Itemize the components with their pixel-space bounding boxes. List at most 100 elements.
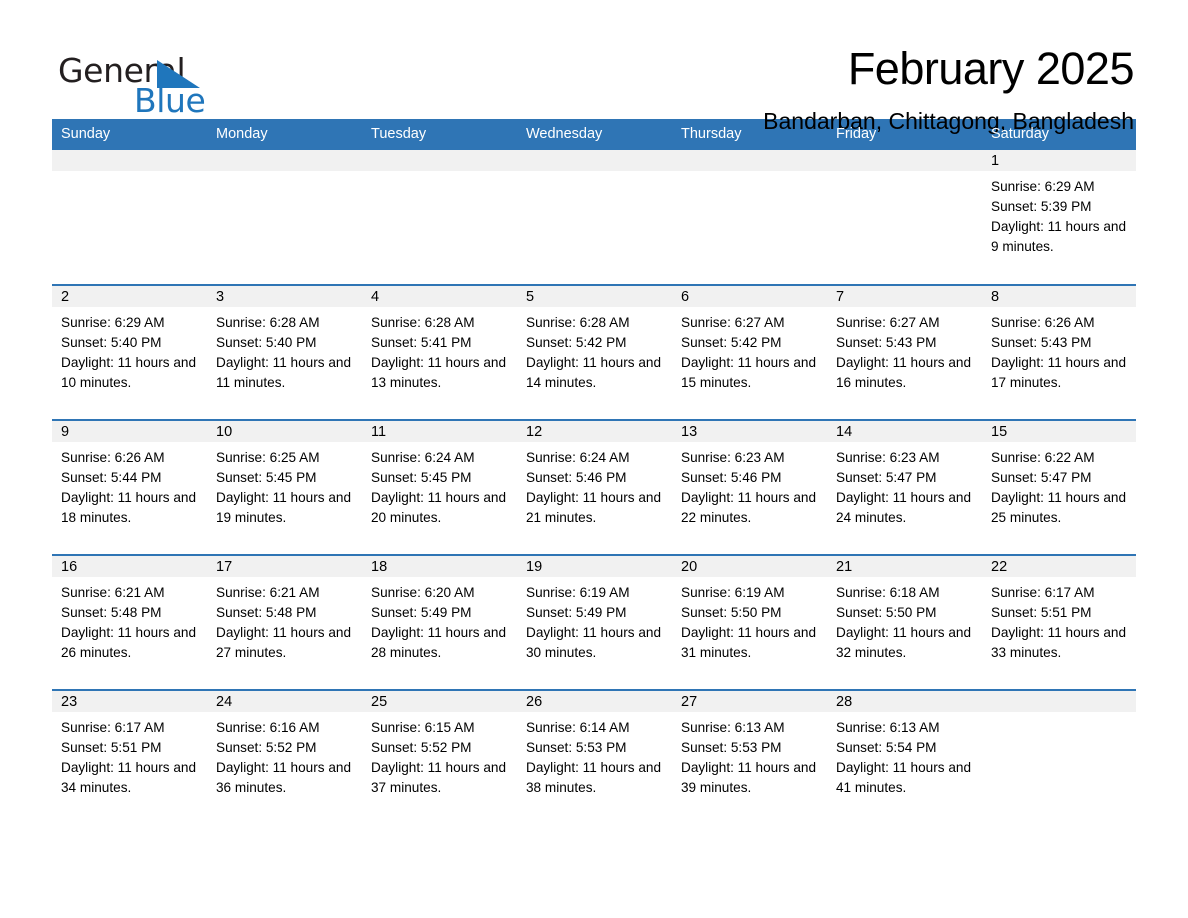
day-details: Sunrise: 6:29 AM Sunset: 5:39 PM Daylight:… [982, 171, 1136, 257]
sunrise-text: Sunrise: 6:20 AM [371, 585, 475, 600]
day-number [827, 150, 982, 171]
calendar-day-cell[interactable]: 1 Sunrise: 6:29 AM Sunset: 5:39 PM Daylight… [982, 150, 1136, 285]
calendar-day-cell[interactable]: 6 Sunrise: 6:27 AM Sunset: 5:42 PM Daylight… [672, 284, 827, 420]
sunrise-text: Sunrise: 6:24 AM [371, 450, 475, 465]
calendar-day-cell[interactable]: 2 Sunrise: 6:29 AM Sunset: 5:40 PM Daylight… [52, 284, 207, 420]
calendar-day-cell[interactable]: 12 Sunrise: 6:24 AM Sunset: 5:46 PM Dayligh… [517, 419, 672, 555]
sunrise-text: Sunrise: 6:26 AM [991, 315, 1095, 330]
calendar-day-cell[interactable]: 22 Sunrise: 6:17 AM Sunset: 5:51 PM Dayligh… [982, 554, 1136, 690]
day-details: Sunrise: 6:22 AM Sunset: 5:47 PM Daylight:… [982, 442, 1136, 528]
calendar-day-cell-empty [362, 150, 517, 285]
calendar-day-cell[interactable]: 20 Sunrise: 6:19 AM Sunset: 5:50 PM Dayligh… [672, 554, 827, 690]
daylight-text: Daylight: 11 hours and 11 minutes. [216, 355, 352, 390]
daylight-text: Daylight: 11 hours and 16 minutes. [836, 355, 972, 390]
day-details: Sunrise: 6:17 AM Sunset: 5:51 PM Daylight:… [52, 712, 207, 798]
calendar-day-cell[interactable]: 26 Sunrise: 6:14 AM Sunset: 5:53 PM Dayligh… [517, 689, 672, 825]
day-details: Sunrise: 6:24 AM Sunset: 5:46 PM Daylight:… [517, 442, 672, 528]
calendar-day-cell[interactable]: 8 Sunrise: 6:26 AM Sunset: 5:43 PM Daylight… [982, 284, 1136, 420]
calendar-day-cell[interactable]: 17 Sunrise: 6:21 AM Sunset: 5:48 PM Dayligh… [207, 554, 362, 690]
daylight-text: Daylight: 11 hours and 9 minutes. [991, 219, 1127, 254]
daylight-text: Daylight: 11 hours and 17 minutes. [991, 355, 1127, 390]
day-number [982, 691, 1136, 712]
calendar-week-row: 16 Sunrise: 6:21 AM Sunset: 5:48 PM Dayligh… [52, 554, 1136, 690]
day-number: 2 [52, 286, 207, 307]
calendar-day-cell[interactable]: 11 Sunrise: 6:24 AM Sunset: 5:45 PM Dayligh… [362, 419, 517, 555]
sunset-text: Sunset: 5:42 PM [681, 335, 782, 350]
day-number: 6 [672, 286, 827, 307]
sunrise-text: Sunrise: 6:17 AM [991, 585, 1095, 600]
sunrise-text: Sunrise: 6:21 AM [216, 585, 320, 600]
calendar-day-cell[interactable]: 25 Sunrise: 6:15 AM Sunset: 5:52 PM Dayligh… [362, 689, 517, 825]
daylight-text: Daylight: 11 hours and 15 minutes. [681, 355, 817, 390]
calendar-day-cell[interactable]: 13 Sunrise: 6:23 AM Sunset: 5:46 PM Dayligh… [672, 419, 827, 555]
calendar-day-cell[interactable]: 21 Sunrise: 6:18 AM Sunset: 5:50 PM Dayligh… [827, 554, 982, 690]
calendar-table: Sunday Monday Tuesday Wednesday Thursday… [52, 119, 1136, 825]
general-blue-logo: General Blue [58, 46, 208, 117]
sunrise-text: Sunrise: 6:29 AM [61, 315, 165, 330]
title-block: February 2025 Bandarban, Chittagong, Ban… [763, 46, 1136, 135]
sunset-text: Sunset: 5:44 PM [61, 470, 162, 485]
sunrise-text: Sunrise: 6:26 AM [61, 450, 165, 465]
day-details: Sunrise: 6:21 AM Sunset: 5:48 PM Daylight:… [52, 577, 207, 663]
sunrise-text: Sunrise: 6:19 AM [681, 585, 785, 600]
calendar-day-cell[interactable]: 19 Sunrise: 6:19 AM Sunset: 5:49 PM Dayligh… [517, 554, 672, 690]
day-number [362, 150, 517, 171]
day-number: 11 [362, 421, 517, 442]
sunrise-text: Sunrise: 6:19 AM [526, 585, 630, 600]
sunset-text: Sunset: 5:49 PM [526, 605, 627, 620]
calendar-day-cell[interactable]: 5 Sunrise: 6:28 AM Sunset: 5:42 PM Daylight… [517, 284, 672, 420]
daylight-text: Daylight: 11 hours and 20 minutes. [371, 490, 507, 525]
sunset-text: Sunset: 5:41 PM [371, 335, 472, 350]
calendar-day-cell[interactable]: 3 Sunrise: 6:28 AM Sunset: 5:40 PM Daylight… [207, 284, 362, 420]
daylight-text: Daylight: 11 hours and 39 minutes. [681, 760, 817, 795]
calendar-day-cell[interactable]: 28 Sunrise: 6:13 AM Sunset: 5:54 PM Dayligh… [827, 689, 982, 825]
calendar-day-cell[interactable]: 9 Sunrise: 6:26 AM Sunset: 5:44 PM Daylight… [52, 419, 207, 555]
sunrise-text: Sunrise: 6:22 AM [991, 450, 1095, 465]
sunset-text: Sunset: 5:43 PM [991, 335, 1092, 350]
calendar-day-cell-empty [672, 150, 827, 285]
calendar-day-cell[interactable]: 15 Sunrise: 6:22 AM Sunset: 5:47 PM Dayligh… [982, 419, 1136, 555]
sunrise-text: Sunrise: 6:13 AM [836, 720, 940, 735]
calendar-day-cell-empty [827, 150, 982, 285]
day-details: Sunrise: 6:23 AM Sunset: 5:47 PM Daylight:… [827, 442, 982, 528]
day-number [52, 150, 207, 171]
daylight-text: Daylight: 11 hours and 38 minutes. [526, 760, 662, 795]
page-title: February 2025 [847, 43, 1135, 94]
sunset-text: Sunset: 5:52 PM [371, 740, 472, 755]
daylight-text: Daylight: 11 hours and 41 minutes. [836, 760, 972, 795]
day-number: 25 [362, 691, 517, 712]
sunset-text: Sunset: 5:50 PM [681, 605, 782, 620]
calendar-week-row: 1 Sunrise: 6:29 AM Sunset: 5:39 PM Daylight… [52, 150, 1136, 285]
calendar-day-cell[interactable]: 14 Sunrise: 6:23 AM Sunset: 5:47 PM Dayligh… [827, 419, 982, 555]
calendar-day-cell[interactable]: 16 Sunrise: 6:21 AM Sunset: 5:48 PM Dayligh… [52, 554, 207, 690]
day-number [207, 150, 362, 171]
calendar-day-cell[interactable]: 27 Sunrise: 6:13 AM Sunset: 5:53 PM Dayligh… [672, 689, 827, 825]
calendar-page: General Blue February 2025 Bandarban, Ch… [0, 0, 1188, 825]
calendar-day-cell-empty [982, 689, 1136, 825]
sunrise-text: Sunrise: 6:21 AM [61, 585, 165, 600]
day-details: Sunrise: 6:18 AM Sunset: 5:50 PM Daylight:… [827, 577, 982, 663]
day-details: Sunrise: 6:25 AM Sunset: 5:45 PM Daylight:… [207, 442, 362, 528]
calendar-day-cell[interactable]: 4 Sunrise: 6:28 AM Sunset: 5:41 PM Daylight… [362, 284, 517, 420]
sunrise-text: Sunrise: 6:23 AM [681, 450, 785, 465]
calendar-day-cell[interactable]: 23 Sunrise: 6:17 AM Sunset: 5:51 PM Dayligh… [52, 689, 207, 825]
day-details: Sunrise: 6:27 AM Sunset: 5:43 PM Daylight:… [827, 307, 982, 393]
day-number: 23 [52, 691, 207, 712]
sunrise-text: Sunrise: 6:17 AM [61, 720, 165, 735]
sunset-text: Sunset: 5:45 PM [216, 470, 317, 485]
daylight-text: Daylight: 11 hours and 13 minutes. [371, 355, 507, 390]
calendar-day-cell[interactable]: 24 Sunrise: 6:16 AM Sunset: 5:52 PM Dayligh… [207, 689, 362, 825]
calendar-week-row: 9 Sunrise: 6:26 AM Sunset: 5:44 PM Daylight… [52, 419, 1136, 555]
calendar-day-cell[interactable]: 18 Sunrise: 6:20 AM Sunset: 5:49 PM Dayligh… [362, 554, 517, 690]
day-details: Sunrise: 6:23 AM Sunset: 5:46 PM Daylight:… [672, 442, 827, 528]
day-details: Sunrise: 6:26 AM Sunset: 5:44 PM Daylight:… [52, 442, 207, 528]
weekday-header-sunday: Sunday [52, 119, 207, 150]
calendar-day-cell[interactable]: 7 Sunrise: 6:27 AM Sunset: 5:43 PM Daylight… [827, 284, 982, 420]
calendar-day-cell-empty [52, 150, 207, 285]
day-number: 1 [982, 150, 1136, 171]
calendar-week-row: 23 Sunrise: 6:17 AM Sunset: 5:51 PM Dayligh… [52, 689, 1136, 825]
sunrise-text: Sunrise: 6:28 AM [216, 315, 320, 330]
sunset-text: Sunset: 5:46 PM [681, 470, 782, 485]
calendar-day-cell[interactable]: 10 Sunrise: 6:25 AM Sunset: 5:45 PM Dayligh… [207, 419, 362, 555]
sunset-text: Sunset: 5:39 PM [991, 199, 1092, 214]
